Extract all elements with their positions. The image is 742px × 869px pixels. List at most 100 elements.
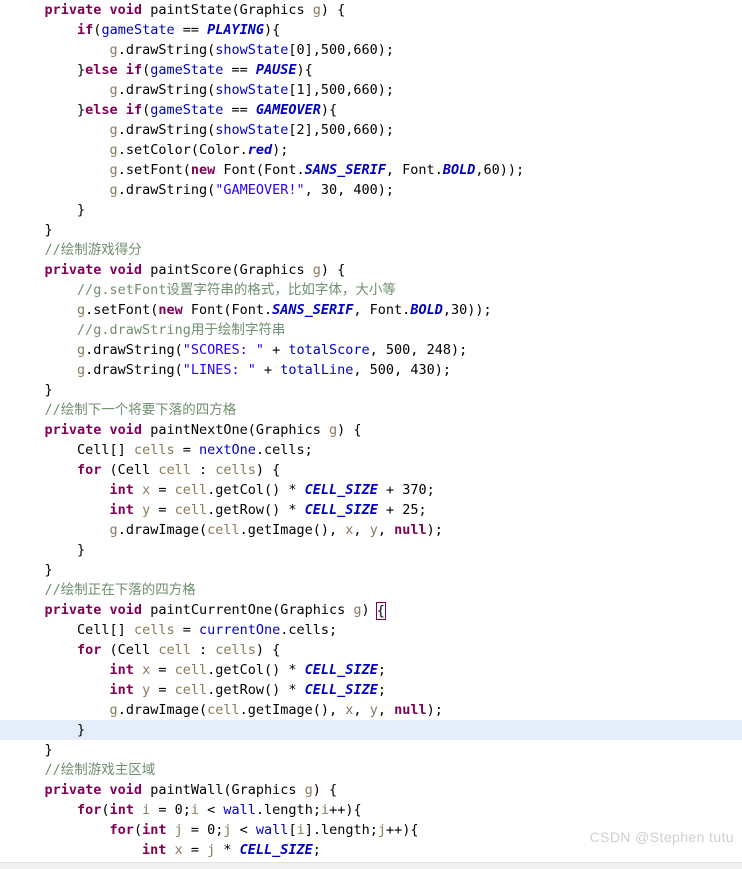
code-line[interactable]: if(gameState == PLAYING){ bbox=[0, 20, 742, 40]
token-pl: + 370; bbox=[377, 482, 435, 498]
code-line[interactable]: int y = cell.getRow() * CELL_SIZE + 25; bbox=[0, 500, 742, 520]
token-pl: : bbox=[190, 642, 216, 658]
code-line[interactable]: //绘制游戏得分 bbox=[0, 240, 742, 260]
token-pl: + bbox=[264, 342, 289, 358]
token-pl: ) { bbox=[255, 642, 281, 658]
token-pl: [0],500,660); bbox=[288, 42, 395, 58]
code-line[interactable]: g.setColor(Color.red); bbox=[0, 140, 742, 160]
token-pl: (Cell bbox=[101, 462, 159, 478]
token-pl: + bbox=[255, 362, 281, 378]
token-local: cells bbox=[215, 462, 256, 478]
token-pl: .cells; bbox=[280, 622, 338, 638]
code-line[interactable]: for (Cell cell : cells) { bbox=[0, 460, 742, 480]
token-pl: ){ bbox=[264, 22, 281, 38]
token-cmt: //g.setFont设置字符串的格式，比如字体，大小等 bbox=[77, 282, 396, 298]
token-cmt: //绘制游戏主区域 bbox=[44, 762, 156, 778]
token-pl: ) { bbox=[255, 462, 281, 478]
token-pl: ); bbox=[272, 142, 289, 158]
token-pl: .setFont( bbox=[117, 162, 191, 178]
code-line[interactable]: //绘制正在下落的四方格 bbox=[0, 580, 742, 600]
code-line[interactable]: g.drawString("LINES: " + totalLine, 500,… bbox=[0, 360, 742, 380]
token-pl: = 0; bbox=[150, 802, 191, 818]
token-pl: } bbox=[44, 382, 53, 398]
token-fld: gameState bbox=[150, 102, 224, 118]
code-line[interactable]: } bbox=[0, 560, 742, 580]
code-line[interactable]: for (Cell cell : cells) { bbox=[0, 640, 742, 660]
token-param: g bbox=[109, 162, 118, 178]
token-param: g bbox=[312, 262, 321, 278]
token-local: j bbox=[377, 822, 387, 838]
code-line[interactable]: g.drawString("SCORES: " + totalScore, 50… bbox=[0, 340, 742, 360]
token-local: cell bbox=[207, 522, 240, 538]
code-line[interactable]: private void paintScore(Graphics g) { bbox=[0, 260, 742, 280]
code-line[interactable]: int x = cell.getCol() * CELL_SIZE; bbox=[0, 660, 742, 680]
code-line[interactable]: } bbox=[0, 200, 742, 220]
code-line[interactable]: private void paintNextOne(Graphics g) { bbox=[0, 420, 742, 440]
token-pl: ){ bbox=[320, 102, 338, 118]
code-line[interactable]: g.drawString("GAMEOVER!", 30, 400); bbox=[0, 180, 742, 200]
code-line[interactable]: } bbox=[0, 220, 742, 240]
token-fld: wall bbox=[223, 802, 256, 818]
code-line[interactable]: int y = cell.getRow() * CELL_SIZE; bbox=[0, 680, 742, 700]
code-line[interactable]: //g.drawString用于绘制字符串 bbox=[0, 320, 742, 340]
code-line[interactable]: } bbox=[0, 540, 742, 560]
token-kw: else if bbox=[85, 102, 143, 118]
token-pl: .cells; bbox=[255, 442, 313, 458]
token-pl: = bbox=[182, 842, 208, 858]
code-line[interactable]: g.setFont(new Font(Font.SANS_SERIF, Font… bbox=[0, 160, 742, 180]
token-pl: .drawString( bbox=[117, 42, 216, 58]
code-line[interactable]: Cell[] cells = nextOne.cells; bbox=[0, 440, 742, 460]
token-pl: } bbox=[77, 542, 86, 558]
token-pl: } bbox=[77, 722, 86, 738]
token-fld: currentOne bbox=[198, 622, 281, 638]
code-line[interactable]: //绘制下一个将要下落的四方格 bbox=[0, 400, 742, 420]
token-pl: Cell[] bbox=[77, 622, 134, 638]
code-line[interactable]: g.drawString(showState[0],500,660); bbox=[0, 40, 742, 60]
token-pl: .getRow() * bbox=[207, 502, 305, 518]
token-fld: gameState bbox=[101, 22, 175, 38]
token-str: "LINES: " bbox=[182, 362, 256, 378]
token-param: g bbox=[304, 782, 313, 798]
code-editor[interactable]: private void paintState(Graphics g) { if… bbox=[0, 0, 742, 869]
token-kw: int bbox=[142, 842, 167, 858]
token-pl: ); bbox=[426, 522, 443, 538]
code-line[interactable]: private void paintCurrentOne(Graphics g)… bbox=[0, 600, 742, 620]
code-line[interactable]: }else if(gameState == PAUSE){ bbox=[0, 60, 742, 80]
code-line[interactable]: g.drawImage(cell.getImage(), x, y, null)… bbox=[0, 520, 742, 540]
horizontal-scrollbar[interactable] bbox=[0, 862, 742, 869]
token-pl: , bbox=[353, 702, 370, 718]
code-line[interactable]: int x = cell.getCol() * CELL_SIZE + 370; bbox=[0, 480, 742, 500]
token-kw: if bbox=[77, 22, 94, 38]
token-cmt: //绘制游戏得分 bbox=[44, 242, 142, 258]
code-line[interactable]: g.drawString(showState[2],500,660); bbox=[0, 120, 742, 140]
code-line[interactable]: Cell[] cells = currentOne.cells; bbox=[0, 620, 742, 640]
token-local: i bbox=[190, 802, 200, 818]
code-line[interactable]: g.setFont(new Font(Font.SANS_SERIF, Font… bbox=[0, 300, 742, 320]
code-line[interactable]: //g.setFont设置字符串的格式，比如字体，大小等 bbox=[0, 280, 742, 300]
code-line[interactable]: //绘制游戏主区域 bbox=[0, 760, 742, 780]
code-line[interactable]: } bbox=[0, 740, 742, 760]
code-line[interactable]: } bbox=[0, 720, 742, 740]
token-pl: ( bbox=[101, 802, 110, 818]
token-kw: private void bbox=[44, 422, 143, 438]
code-line[interactable]: }else if(gameState == GAMEOVER){ bbox=[0, 100, 742, 120]
code-line[interactable]: for(int i = 0;i < wall.length;i++){ bbox=[0, 800, 742, 820]
code-line[interactable]: } bbox=[0, 380, 742, 400]
code-content[interactable]: private void paintState(Graphics g) { if… bbox=[0, 0, 742, 869]
code-line[interactable]: g.drawString(showState[1],500,660); bbox=[0, 80, 742, 100]
code-line[interactable]: private void paintState(Graphics g) { bbox=[0, 0, 742, 20]
code-line[interactable]: g.drawImage(cell.getImage(), x, y, null)… bbox=[0, 700, 742, 720]
token-kw: int bbox=[109, 802, 134, 818]
token-pl: , bbox=[377, 702, 395, 718]
code-line[interactable]: private void paintWall(Graphics g) { bbox=[0, 780, 742, 800]
token-kw: else if bbox=[85, 62, 143, 78]
